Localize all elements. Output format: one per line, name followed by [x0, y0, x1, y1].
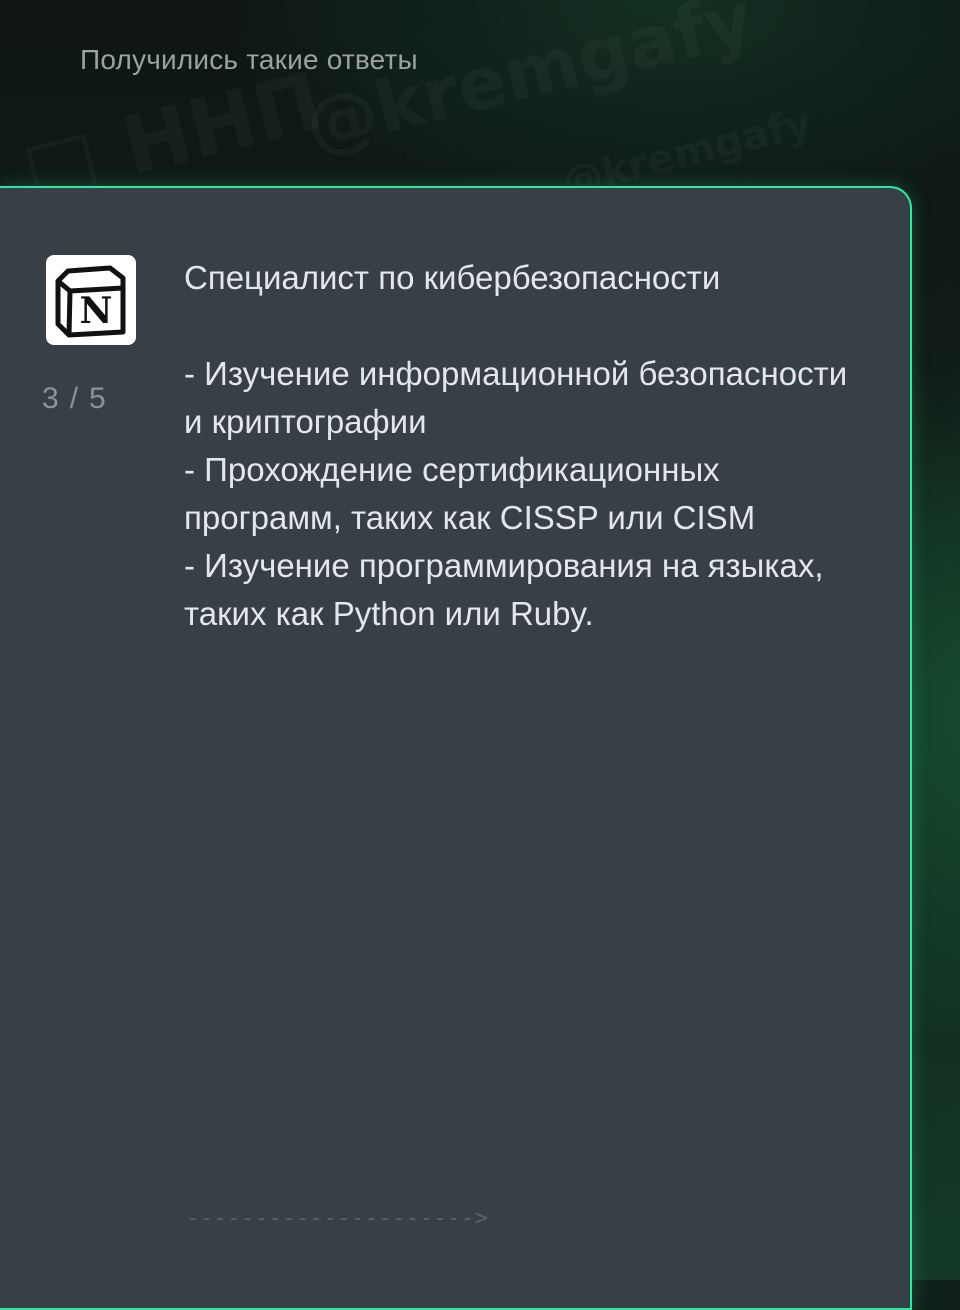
swipe-hint-arrow: ---------------------> [186, 1206, 489, 1231]
slide-counter-current: 3 [42, 382, 60, 415]
answer-list-item: - Изучение программирования на языках, т… [184, 547, 824, 632]
answer-card: N 3 / 5 Специалист по кибербезопасности - … [0, 186, 912, 1310]
answer-list-item: - Изучение информационной безопасности и… [184, 355, 848, 440]
answer-list-item: - Прохождение сертификационных программ,… [184, 451, 756, 536]
slide-heading: Получились такие ответы [80, 44, 418, 75]
slide-counter-separator: / [69, 382, 80, 415]
slide-counter: 3 / 5 [42, 382, 107, 416]
answer-list: - Изучение информационной безопасности и… [184, 350, 864, 638]
answer-title: Специалист по кибербезопасности [184, 259, 721, 296]
watermark: @kremgafy [297, 0, 761, 168]
slide-counter-total: 5 [89, 382, 107, 415]
notion-logo-letter: N [80, 290, 113, 332]
notion-logo-icon: N [46, 255, 136, 345]
